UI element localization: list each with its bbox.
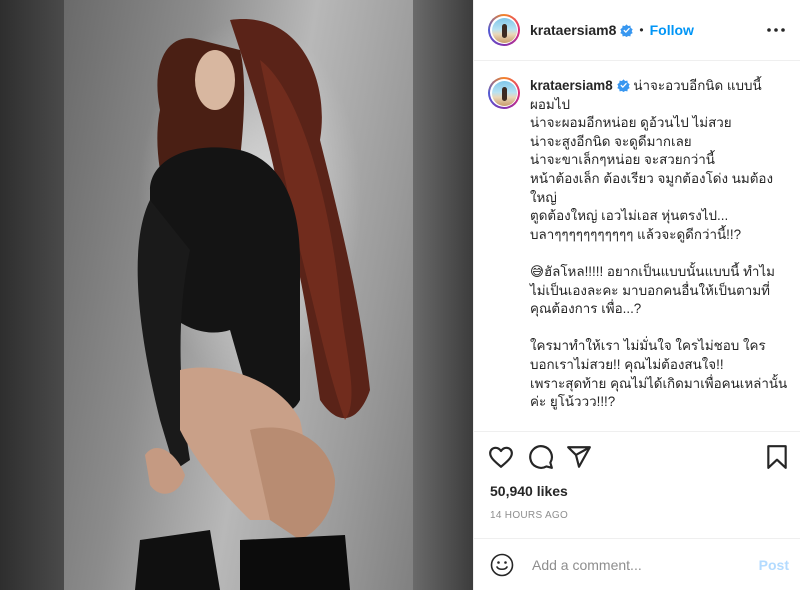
- caption-line: คุณต้องการ เพื่อ...?: [530, 301, 642, 317]
- caption-avatar[interactable]: [488, 77, 520, 109]
- post-side-panel: krataersiam8 • Follow krataersiam8 น่าจะ…: [473, 0, 800, 590]
- caption-line: ค่ะ ยูโน้ววว!!!?: [530, 394, 616, 410]
- caption-line: ไม่เป็นเองละคะ มาบอกคนอื่นให้เป็นตามที่: [530, 282, 770, 298]
- likes-count[interactable]: 50,940 likes: [490, 483, 568, 499]
- caption-line: ตูดต้องใหญ่ เอวไม่เอส หุ่นตรงไป...: [530, 208, 729, 224]
- caption-line: น่าจะสูงอีกนิด จะดูดีมากเลย: [530, 133, 692, 149]
- caption-line: ผอมไป: [530, 96, 570, 112]
- caption-line: 😅ฮัลโหล!!!!! อยากเป็นแบบนั้นแบบนี้ ทำไม: [530, 263, 775, 279]
- post-comment-button[interactable]: Post: [759, 557, 789, 573]
- smiley-icon[interactable]: [490, 553, 514, 577]
- post-photo[interactable]: [0, 0, 473, 590]
- avatar[interactable]: [488, 14, 520, 46]
- caption-line: น่าจะอวบอีกนิด แบบนี้: [633, 78, 762, 93]
- caption-line: บลาๆๆๆๆๆๆๆๆๆๆๆ แล้วจะดูดีกว่านี้!!?: [530, 226, 742, 242]
- verified-badge-icon: [620, 23, 634, 37]
- caption-line: น่าจะผอมอีกหน่อย ดูอ้วนไป ไม่สวย: [530, 115, 732, 131]
- caption-line: บอกเราไม่สวย!! คุณไม่ต้องสนใจ!!: [530, 356, 724, 372]
- photo-figure: [135, 19, 370, 590]
- comment-bar: Post: [474, 538, 800, 591]
- follow-button[interactable]: Follow: [650, 22, 694, 38]
- caption-text: krataersiam8 น่าจะอวบอีกนิด แบบนี้ ผอมไป…: [530, 77, 792, 412]
- caption-scroll-area[interactable]: krataersiam8 น่าจะอวบอีกนิด แบบนี้ ผอมไป…: [474, 61, 800, 431]
- header-separator: •: [639, 23, 644, 37]
- action-bar: [474, 431, 800, 480]
- more-options-icon[interactable]: [765, 20, 787, 40]
- comment-icon[interactable]: [528, 444, 554, 470]
- bookmark-icon[interactable]: [764, 444, 790, 470]
- caption-username[interactable]: krataersiam8: [530, 78, 613, 93]
- caption-line: หน้าต้องเล็ก ต้องเรียว จมูกต้องโด่ง นมต้…: [530, 170, 773, 186]
- verified-badge-icon: [616, 79, 630, 92]
- post-header: krataersiam8 • Follow: [474, 0, 800, 61]
- heart-icon[interactable]: [488, 444, 514, 470]
- paper-plane-icon[interactable]: [566, 444, 592, 470]
- avatar-image: [491, 17, 517, 43]
- caption: krataersiam8 น่าจะอวบอีกนิด แบบนี้ ผอมไป…: [474, 61, 800, 412]
- comment-input[interactable]: [530, 556, 754, 574]
- caption-line: เพราะสุดท้าย คุณไม่ได้เกิดมาเพื่อคนเหล่า…: [530, 375, 788, 391]
- caption-line: ใหญ่: [530, 189, 557, 205]
- caption-line: ใครมาทำให้เรา ไม่มั่นใจ ใครไม่ชอบ ใคร: [530, 338, 766, 354]
- header-username[interactable]: krataersiam8: [530, 22, 616, 38]
- caption-line: น่าจะขาเล็กๆหน่อย จะสวยกว่านี้: [530, 152, 715, 168]
- post-timestamp[interactable]: 14 HOURS AGO: [490, 510, 568, 521]
- caption-avatar-image: [491, 80, 517, 106]
- caption-body: น่าจะอวบอีกนิด แบบนี้ ผอมไป น่าจะผอมอีกห…: [530, 78, 787, 409]
